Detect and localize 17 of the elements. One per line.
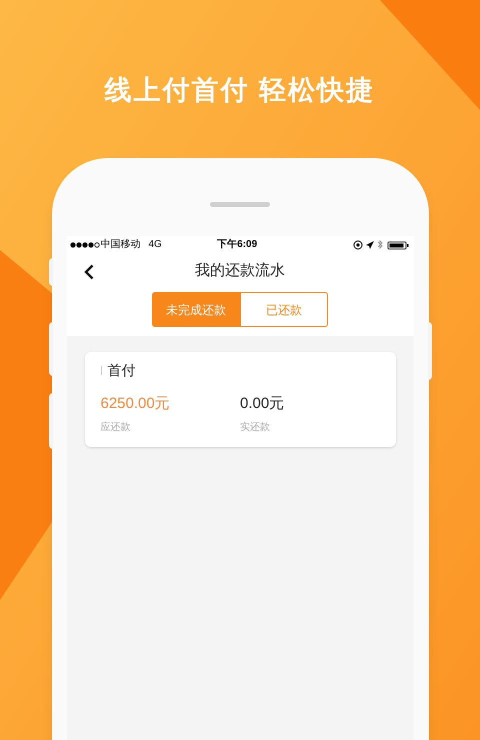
back-icon xyxy=(84,264,94,280)
amount-value: 6250.00元 xyxy=(100,394,171,414)
amount-label: 应还款 xyxy=(100,420,132,434)
page-title: 我的还款流水 xyxy=(195,261,285,282)
status-icons-drawing xyxy=(352,240,410,250)
tab[interactable]: 未完成还款 xyxy=(152,292,240,327)
status-time: 下午6:09 xyxy=(217,238,258,252)
tab[interactable]: 已还款 xyxy=(240,292,328,327)
record-title: 首付 xyxy=(108,361,136,380)
amount-label: 实还款 xyxy=(240,420,271,434)
phone-speaker xyxy=(210,202,270,207)
carrier-name: 中国移动 xyxy=(100,238,140,252)
title-marker xyxy=(100,366,102,375)
network-type: 4G xyxy=(148,238,162,252)
headline: 线上付首付 轻松快捷 xyxy=(104,74,376,106)
amount-value: 0.00元 xyxy=(240,394,286,414)
signal-icon xyxy=(70,242,100,248)
